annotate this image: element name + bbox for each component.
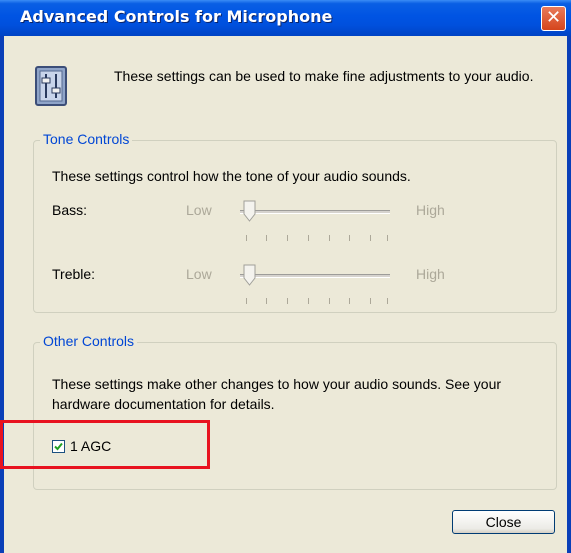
close-button[interactable]: Close — [452, 510, 555, 534]
bass-slider-ticks — [246, 235, 388, 241]
treble-slider-thumb[interactable] — [243, 264, 256, 286]
mixer-icon — [35, 66, 67, 106]
treble-slider-track[interactable] — [240, 274, 390, 278]
title-close-button[interactable]: ✕ — [541, 6, 566, 31]
treble-high-label: High — [416, 266, 445, 282]
title-bar[interactable]: Advanced Controls for Microphone ✕ — [0, 0, 571, 36]
treble-low-label: Low — [186, 266, 212, 282]
bass-high-label: High — [416, 202, 445, 218]
other-controls-legend: Other Controls — [40, 333, 138, 349]
tone-controls-legend: Tone Controls — [40, 131, 133, 147]
tone-controls-description: These settings control how the tone of y… — [52, 168, 411, 184]
bass-label: Bass: — [52, 202, 88, 218]
bass-low-label: Low — [186, 202, 212, 218]
treble-label: Treble: — [52, 266, 96, 282]
bass-slider-thumb[interactable] — [243, 200, 256, 222]
bass-slider-track[interactable] — [240, 210, 390, 214]
close-icon: ✕ — [545, 7, 562, 28]
treble-slider-ticks — [246, 298, 388, 304]
other-controls-description: These settings make other changes to how… — [52, 376, 502, 412]
intro-text: These settings can be used to make fine … — [114, 68, 534, 84]
window-title: Advanced Controls for Microphone — [20, 7, 333, 26]
highlight-box — [0, 420, 210, 469]
